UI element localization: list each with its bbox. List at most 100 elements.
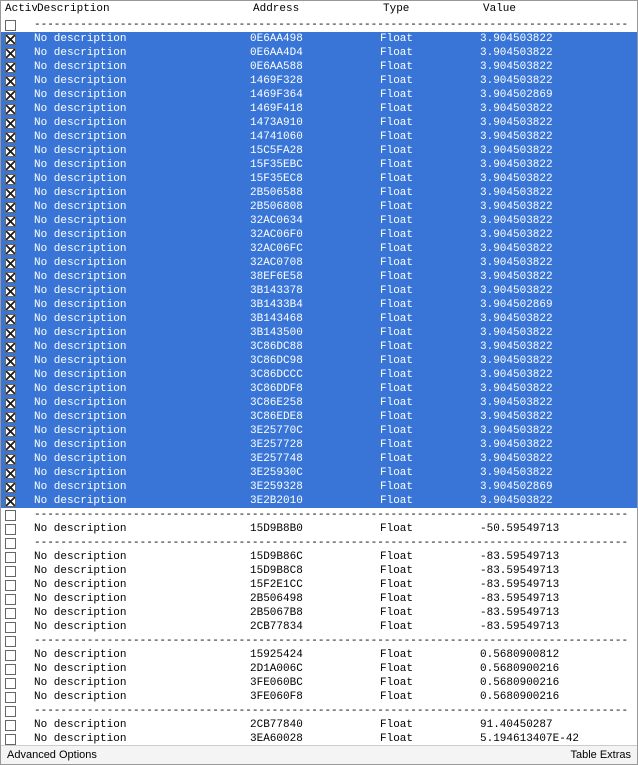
table-row[interactable]: No description3FE060F8Float0.5680900216	[1, 690, 637, 704]
table-row[interactable]: No description3B143468Float3.904503822	[1, 312, 637, 326]
row-checkbox[interactable]	[5, 608, 16, 619]
row-checkbox[interactable]	[5, 258, 16, 269]
row-checkbox[interactable]	[5, 202, 16, 213]
table-row[interactable]: No description15D9B8B0Float-50.59549713	[1, 522, 637, 536]
row-checkbox[interactable]	[5, 580, 16, 591]
row-checkbox[interactable]	[5, 118, 16, 129]
row-checkbox[interactable]	[5, 20, 16, 31]
table-body[interactable]: ----------------------------------------…	[1, 18, 637, 745]
header-address[interactable]: Address	[253, 3, 383, 15]
table-row[interactable]: No description1469F364Float3.904502869	[1, 88, 637, 102]
table-row[interactable]: No description2B506498Float-83.59549713	[1, 592, 637, 606]
row-checkbox[interactable]	[5, 272, 16, 283]
row-checkbox[interactable]	[5, 146, 16, 157]
row-checkbox[interactable]	[5, 48, 16, 59]
row-checkbox[interactable]	[5, 636, 16, 647]
table-row[interactable]: No description15F35EBCFloat3.904503822	[1, 158, 637, 172]
row-checkbox[interactable]	[5, 454, 16, 465]
table-row[interactable]: No description1473A910Float3.904503822	[1, 116, 637, 130]
table-row[interactable]: No description15F2E1CCFloat-83.59549713	[1, 578, 637, 592]
row-checkbox[interactable]	[5, 398, 16, 409]
row-checkbox[interactable]	[5, 174, 16, 185]
row-checkbox[interactable]	[5, 216, 16, 227]
table-row[interactable]: No description2B506588Float3.904503822	[1, 186, 637, 200]
row-checkbox[interactable]	[5, 552, 16, 563]
row-checkbox[interactable]	[5, 440, 16, 451]
table-row[interactable]: No description3C86DC88Float3.904503822	[1, 340, 637, 354]
table-row[interactable]: No description3E257748Float3.904503822	[1, 452, 637, 466]
table-row[interactable]: No description3E2B2010Float3.904503822	[1, 494, 637, 508]
table-row[interactable]: No description3FE060BCFloat0.5680900216	[1, 676, 637, 690]
row-checkbox[interactable]	[5, 706, 16, 717]
table-row[interactable]: No description3C86DDF8Float3.904503822	[1, 382, 637, 396]
row-checkbox[interactable]	[5, 412, 16, 423]
row-checkbox[interactable]	[5, 496, 16, 507]
row-checkbox[interactable]	[5, 384, 16, 395]
table-row[interactable]: No description3E25770CFloat3.904503822	[1, 424, 637, 438]
table-row[interactable]: No description3C86EDE8Float3.904503822	[1, 410, 637, 424]
table-row[interactable]: No description15F35EC8Float3.904503822	[1, 172, 637, 186]
table-row[interactable]: No description2B506808Float3.904503822	[1, 200, 637, 214]
table-row[interactable]: No description3E257728Float3.904503822	[1, 438, 637, 452]
table-row[interactable]: No description15D9B8C8Float-83.59549713	[1, 564, 637, 578]
table-row[interactable]: No description3C86DC98Float3.904503822	[1, 354, 637, 368]
row-checkbox[interactable]	[5, 90, 16, 101]
table-row[interactable]: No description3B1433B4Float3.904502869	[1, 298, 637, 312]
row-checkbox[interactable]	[5, 524, 16, 535]
header-description[interactable]: Description	[37, 3, 253, 15]
table-row[interactable]: No description32AC06F0Float3.904503822	[1, 228, 637, 242]
row-checkbox[interactable]	[5, 188, 16, 199]
header-value[interactable]: Value	[483, 3, 633, 15]
table-row[interactable]: No description2CB77834Float-83.59549713	[1, 620, 637, 634]
table-row[interactable]: No description0E6AA4D4Float3.904503822	[1, 46, 637, 60]
row-checkbox[interactable]	[5, 510, 16, 521]
table-row[interactable]: No description15C5FA28Float3.904503822	[1, 144, 637, 158]
table-row[interactable]: No description3C86E258Float3.904503822	[1, 396, 637, 410]
row-checkbox[interactable]	[5, 426, 16, 437]
row-checkbox[interactable]	[5, 244, 16, 255]
table-row[interactable]: No description32AC0708Float3.904503822	[1, 256, 637, 270]
table-row[interactable]: No description32AC06FCFloat3.904503822	[1, 242, 637, 256]
row-checkbox[interactable]	[5, 160, 16, 171]
row-checkbox[interactable]	[5, 300, 16, 311]
table-row[interactable]: No description15925424Float0.5680900812	[1, 648, 637, 662]
row-checkbox[interactable]	[5, 566, 16, 577]
table-row[interactable]: No description2CB77840Float91.40450287	[1, 718, 637, 732]
table-row[interactable]: No description3B143378Float3.904503822	[1, 284, 637, 298]
table-row[interactable]: No description38EF6E58Float3.904503822	[1, 270, 637, 284]
row-checkbox[interactable]	[5, 76, 16, 87]
header-type[interactable]: Type	[383, 3, 483, 15]
row-checkbox[interactable]	[5, 34, 16, 45]
advanced-options-button[interactable]: Advanced Options	[7, 749, 97, 761]
row-checkbox[interactable]	[5, 650, 16, 661]
table-row[interactable]: No description3E259328Float3.904502869	[1, 480, 637, 494]
row-checkbox[interactable]	[5, 594, 16, 605]
row-checkbox[interactable]	[5, 342, 16, 353]
table-row[interactable]: No description0E6AA588Float3.904503822	[1, 60, 637, 74]
row-checkbox[interactable]	[5, 314, 16, 325]
table-row[interactable]: No description0E6AA498Float3.904503822	[1, 32, 637, 46]
row-checkbox[interactable]	[5, 734, 16, 745]
row-checkbox[interactable]	[5, 692, 16, 703]
table-extras-button[interactable]: Table Extras	[570, 749, 631, 761]
row-checkbox[interactable]	[5, 720, 16, 731]
row-checkbox[interactable]	[5, 286, 16, 297]
row-checkbox[interactable]	[5, 356, 16, 367]
table-row[interactable]: No description3E25930CFloat3.904503822	[1, 466, 637, 480]
row-checkbox[interactable]	[5, 538, 16, 549]
row-checkbox[interactable]	[5, 468, 16, 479]
row-checkbox[interactable]	[5, 622, 16, 633]
table-row[interactable]: No description32AC0634Float3.904503822	[1, 214, 637, 228]
table-row[interactable]: No description2B5067B8Float-83.59549713	[1, 606, 637, 620]
row-checkbox[interactable]	[5, 678, 16, 689]
header-active[interactable]: Active	[5, 3, 37, 15]
table-row[interactable]: No description2D1A006CFloat0.5680900216	[1, 662, 637, 676]
row-checkbox[interactable]	[5, 104, 16, 115]
table-row[interactable]: No description3B143500Float3.904503822	[1, 326, 637, 340]
row-checkbox[interactable]	[5, 482, 16, 493]
row-checkbox[interactable]	[5, 370, 16, 381]
table-row[interactable]: No description1469F328Float3.904503822	[1, 74, 637, 88]
table-row[interactable]: No description3C86DCCCFloat3.904503822	[1, 368, 637, 382]
table-row[interactable]: No description14741060Float3.904503822	[1, 130, 637, 144]
row-checkbox[interactable]	[5, 328, 16, 339]
